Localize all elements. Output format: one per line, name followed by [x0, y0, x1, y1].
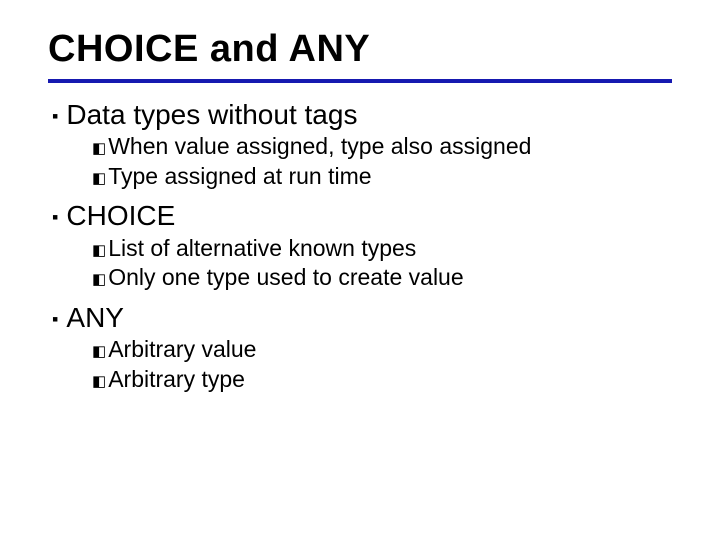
bullet-text: CHOICE [66, 200, 175, 232]
bullet-lvl2: ◧ When value assigned, type also assigne… [92, 133, 672, 161]
box-bullet-icon: ◧ [92, 171, 106, 186]
bullet-lvl2: ◧ List of alternative known types [92, 235, 672, 263]
bullet-lvl1: ▪ Data types without tags [52, 99, 672, 131]
square-bullet-icon: ▪ [52, 107, 58, 125]
box-bullet-icon: ◧ [92, 374, 106, 389]
sub-bullet-group: ◧ Arbitrary value ◧ Arbitrary type [92, 336, 672, 393]
title-rule [48, 79, 672, 83]
sub-bullet-text: When value assigned, type also assigned [108, 133, 531, 161]
sub-bullet-text: Arbitrary value [108, 336, 256, 364]
slide-title: CHOICE and ANY [48, 28, 672, 71]
slide-content: ▪ Data types without tags ◧ When value a… [48, 99, 672, 393]
sub-bullet-text: List of alternative known types [108, 235, 416, 263]
square-bullet-icon: ▪ [52, 208, 58, 226]
box-bullet-icon: ◧ [92, 272, 106, 287]
sub-bullet-text: Arbitrary type [108, 366, 245, 394]
bullet-text: ANY [66, 302, 124, 334]
bullet-lvl1: ▪ ANY [52, 302, 672, 334]
bullet-text: Data types without tags [66, 99, 357, 131]
bullet-lvl2: ◧ Type assigned at run time [92, 163, 672, 191]
sub-bullet-group: ◧ List of alternative known types ◧ Only… [92, 235, 672, 292]
bullet-lvl1: ▪ CHOICE [52, 200, 672, 232]
box-bullet-icon: ◧ [92, 243, 106, 258]
sub-bullet-text: Type assigned at run time [108, 163, 371, 191]
bullet-lvl2: ◧ Arbitrary value [92, 336, 672, 364]
bullet-lvl2: ◧ Arbitrary type [92, 366, 672, 394]
box-bullet-icon: ◧ [92, 141, 106, 156]
box-bullet-icon: ◧ [92, 344, 106, 359]
sub-bullet-group: ◧ When value assigned, type also assigne… [92, 133, 672, 190]
slide: CHOICE and ANY ▪ Data types without tags… [0, 0, 720, 540]
bullet-lvl2: ◧ Only one type used to create value [92, 264, 672, 292]
sub-bullet-text: Only one type used to create value [108, 264, 463, 292]
square-bullet-icon: ▪ [52, 310, 58, 328]
